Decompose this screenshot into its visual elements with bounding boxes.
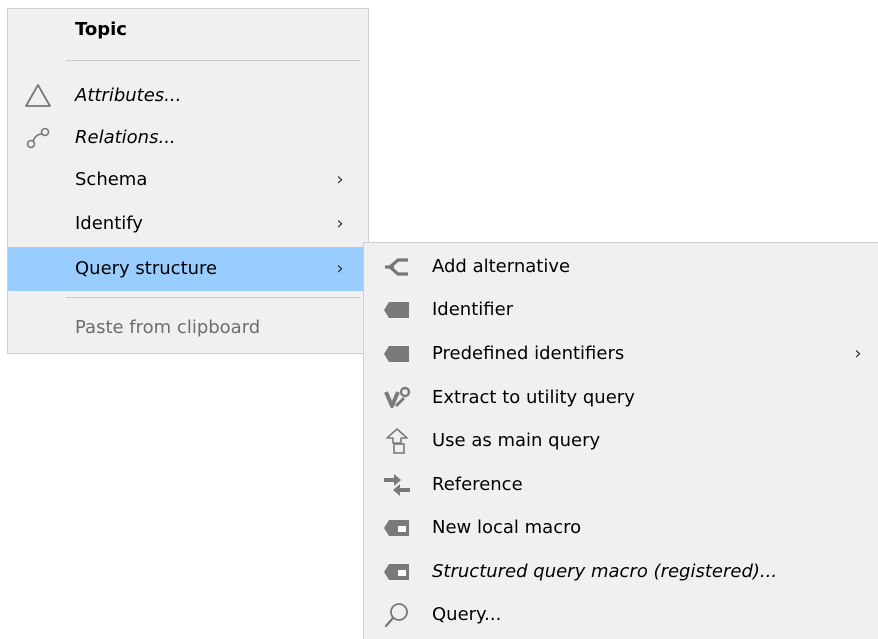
relations-icon: [8, 117, 68, 159]
menu-item-relations[interactable]: Relations...: [8, 117, 368, 159]
menu-item-schema[interactable]: Schema ›: [8, 159, 368, 201]
chevron-right-icon: ›: [336, 169, 344, 190]
menu-header-label: Topic: [75, 19, 127, 40]
menu-header-topic: Topic: [8, 9, 368, 51]
menu-item-label: Schema: [75, 169, 148, 190]
context-menu: Topic Attributes... Relations... Schema …: [7, 8, 369, 354]
menu-item-structured-query-macro[interactable]: Structured query macro (registered)...: [364, 551, 878, 593]
menu-item-label: Relations...: [75, 127, 176, 148]
macro-tag-icon: [364, 551, 430, 593]
triangle-icon: [8, 75, 68, 117]
add-alternative-icon: [364, 246, 430, 288]
menu-item-label: Paste from clipboard: [75, 317, 261, 338]
chevron-right-icon: ›: [854, 343, 862, 364]
menu-item-label: Identify: [75, 213, 143, 234]
menu-item-add-alternative[interactable]: Add alternative: [364, 246, 878, 288]
menu-item-label: Structured query macro (registered)...: [432, 561, 778, 582]
menu-separator: [66, 60, 360, 61]
menu-item-reference[interactable]: Reference: [364, 464, 878, 506]
use-main-query-icon: [364, 420, 430, 462]
menu-item-paste-from-clipboard: Paste from clipboard: [8, 307, 368, 349]
menu-item-label: Reference: [432, 474, 523, 495]
query-structure-submenu: Add alternative Identifier Predefined id…: [363, 242, 878, 639]
menu-item-identify[interactable]: Identify ›: [8, 203, 368, 245]
menu-item-query[interactable]: Query...: [364, 594, 878, 636]
menu-item-extract-to-utility-query[interactable]: Extract to utility query: [364, 377, 878, 419]
search-icon: [364, 594, 430, 636]
identifier-tag-icon: [364, 333, 430, 375]
menu-item-label: Predefined identifiers: [432, 343, 625, 364]
menu-item-label: New local macro: [432, 517, 582, 538]
chevron-right-icon: ›: [336, 258, 344, 279]
menu-separator: [66, 297, 360, 298]
extract-icon: [364, 377, 430, 419]
menu-item-label: Extract to utility query: [432, 387, 635, 408]
reference-arrows-icon: [364, 464, 430, 506]
menu-item-label: Use as main query: [432, 430, 601, 451]
macro-tag-icon: [364, 507, 430, 549]
identifier-tag-icon: [364, 289, 430, 331]
menu-item-attributes[interactable]: Attributes...: [8, 75, 368, 117]
menu-item-label: Query...: [432, 604, 502, 625]
menu-item-use-as-main-query[interactable]: Use as main query: [364, 420, 878, 462]
menu-item-label: Identifier: [432, 299, 514, 320]
chevron-right-icon: ›: [336, 213, 344, 234]
menu-item-label: Query structure: [75, 258, 218, 279]
menu-item-predefined-identifiers[interactable]: Predefined identifiers ›: [364, 333, 878, 375]
menu-item-new-local-macro[interactable]: New local macro: [364, 507, 878, 549]
menu-item-label: Add alternative: [432, 256, 571, 277]
menu-item-identifier[interactable]: Identifier: [364, 289, 878, 331]
menu-item-query-structure[interactable]: Query structure ›: [8, 247, 368, 291]
menu-item-label: Attributes...: [75, 85, 182, 106]
